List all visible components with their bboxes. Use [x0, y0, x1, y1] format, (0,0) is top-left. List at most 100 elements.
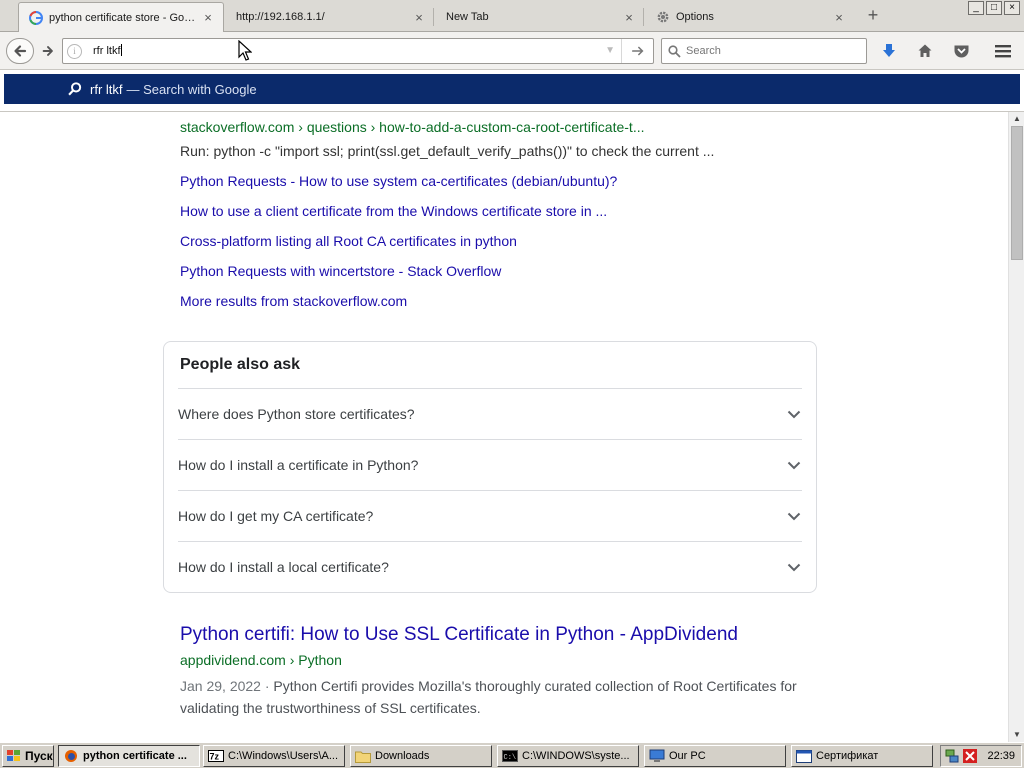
scrollbar-thumb[interactable]: [1011, 126, 1023, 260]
result-sublink[interactable]: Python Requests with wincertstore - Stac…: [180, 263, 501, 279]
tab-strip: python certificate store - Goo... × http…: [0, 0, 1024, 32]
search-input[interactable]: [686, 40, 862, 62]
people-also-ask-box: People also ask Where does Python store …: [163, 341, 817, 593]
paa-question[interactable]: How do I install a certificate in Python…: [178, 439, 802, 490]
scroll-down-arrow-icon[interactable]: ▼: [1009, 728, 1024, 742]
taskbar-button-label: C:\WINDOWS\syste...: [522, 750, 630, 762]
taskbar-button-console[interactable]: C:\ C:\WINDOWS\syste...: [497, 745, 639, 767]
result-title-link[interactable]: Python certifi: How to Use SSL Certifica…: [180, 624, 738, 646]
pocket-button[interactable]: [950, 40, 972, 62]
computer-icon: [649, 748, 665, 764]
result-sublink[interactable]: How to use a client certificate from the…: [180, 203, 607, 219]
search-suggestion[interactable]: rfr ltkf — Search with Google: [4, 74, 1020, 104]
close-tab-icon[interactable]: ×: [832, 10, 846, 25]
pocket-icon: [954, 45, 968, 58]
hamburger-menu-icon: [995, 45, 1011, 58]
clock: 22:39: [987, 750, 1015, 762]
tab-label: New Tab: [446, 11, 489, 23]
taskbar-button-label: Downloads: [375, 750, 430, 762]
download-arrow-icon: [883, 44, 895, 57]
back-button[interactable]: [6, 38, 34, 64]
paa-question-text: How do I install a local certificate?: [178, 559, 389, 575]
close-tab-icon[interactable]: ×: [412, 10, 426, 25]
system-tray: 22:39: [940, 745, 1022, 767]
vertical-scrollbar[interactable]: ▲ ▼: [1008, 112, 1024, 742]
chevron-down-icon: [786, 406, 802, 422]
console-icon: C:\: [502, 748, 518, 764]
start-button[interactable]: Пуск: [2, 745, 54, 767]
maximize-button[interactable]: □: [986, 1, 1002, 15]
taskbar-button-7zip[interactable]: 7z C:\Windows\Users\A...: [203, 745, 345, 767]
taskbar-button-label: python certificate ...: [83, 750, 187, 762]
taskbar-button-label: Our PC: [669, 750, 706, 762]
taskbar-button-downloads[interactable]: Downloads: [350, 745, 492, 767]
svg-text:7z: 7z: [210, 752, 220, 762]
people-also-ask-heading: People also ask: [180, 356, 301, 373]
result-snippet: Run: python -c "import ssl; print(ssl.ge…: [180, 143, 715, 159]
tab-options[interactable]: Options ×: [646, 2, 854, 32]
taskbar-button-certificate[interactable]: Сертификат: [791, 745, 933, 767]
chevron-down-icon: [786, 508, 802, 524]
autocomplete-popup: rfr ltkf — Search with Google: [0, 70, 1024, 112]
taskbar-button-label: C:\Windows\Users\A...: [228, 750, 339, 762]
home-button[interactable]: [914, 40, 936, 62]
tab-python-certificate-store[interactable]: python certificate store - Goo... ×: [18, 2, 224, 32]
svg-text:C:\: C:\: [504, 754, 517, 762]
close-window-button[interactable]: ×: [1004, 1, 1020, 15]
firefox-icon: [63, 748, 79, 764]
google-icon: [29, 10, 43, 25]
date-separator: ·: [260, 678, 274, 694]
scroll-up-arrow-icon[interactable]: ▲: [1009, 112, 1024, 126]
address-input[interactable]: rfr ltkf: [93, 44, 122, 57]
close-tab-icon[interactable]: ×: [201, 10, 215, 25]
result-sublink[interactable]: Python Requests - How to use system ca-c…: [180, 173, 617, 189]
result-breadcrumb[interactable]: stackoverflow.com › questions › how-to-a…: [180, 119, 645, 135]
taskbar-button-firefox[interactable]: python certificate ...: [58, 745, 200, 767]
result-breadcrumb[interactable]: appdividend.com › Python: [180, 652, 342, 668]
suggestion-query: rfr ltkf: [90, 81, 123, 97]
gear-icon: [656, 10, 670, 24]
taskbar-button-our-pc[interactable]: Our PC: [644, 745, 786, 767]
result-snippet-text: Python Certifi provides Mozilla's thorou…: [180, 678, 797, 716]
windows-taskbar: Пуск python certificate ... 7z C:\Window…: [0, 742, 1024, 768]
more-results-link[interactable]: More results from stackoverflow.com: [180, 293, 407, 309]
paa-question[interactable]: How do I get my CA certificate?: [178, 490, 802, 541]
paa-question[interactable]: How do I install a local certificate?: [178, 541, 802, 592]
7zip-icon: 7z: [208, 748, 224, 764]
antivirus-icon[interactable]: [962, 748, 978, 764]
tab-router[interactable]: http://192.168.1.1/ ×: [226, 2, 434, 32]
search-icon: [68, 82, 82, 96]
paa-question-text: Where does Python store certificates?: [178, 406, 415, 422]
window-icon: [796, 748, 812, 764]
address-bar[interactable]: i rfr ltkf ▼: [62, 38, 654, 64]
result-date: Jan 29, 2022: [180, 678, 261, 694]
taskbar-button-label: Сертификат: [816, 750, 879, 762]
tab-new-tab[interactable]: New Tab ×: [436, 2, 644, 32]
home-icon: [918, 44, 932, 57]
menu-button[interactable]: [992, 40, 1014, 62]
forward-button[interactable]: [36, 38, 60, 64]
close-tab-icon[interactable]: ×: [622, 10, 636, 25]
search-bar[interactable]: [661, 38, 867, 64]
info-icon[interactable]: i: [67, 44, 82, 59]
result-sublink[interactable]: Cross-platform listing all Root CA certi…: [180, 233, 517, 249]
navigation-toolbar: i rfr ltkf ▼: [0, 32, 1024, 70]
paa-question[interactable]: Where does Python store certificates?: [178, 388, 802, 439]
downloads-button[interactable]: [878, 40, 900, 62]
network-icon[interactable]: [945, 749, 959, 763]
forward-arrow-icon: [42, 46, 53, 56]
start-label: Пуск: [25, 749, 53, 763]
history-dropdown-icon[interactable]: ▼: [605, 45, 615, 56]
minimize-button[interactable]: _: [968, 1, 984, 15]
result-snippet: Jan 29, 2022 · Python Certifi provides M…: [180, 675, 800, 719]
page-content: stackoverflow.com › questions › how-to-a…: [0, 112, 1008, 742]
window-controls: _ □ ×: [968, 1, 1020, 15]
new-tab-button[interactable]: +: [862, 5, 884, 27]
go-button[interactable]: [621, 39, 653, 63]
tab-label: python certificate store - Goo...: [49, 11, 197, 24]
paa-question-text: How do I install a certificate in Python…: [178, 457, 419, 473]
folder-icon: [355, 748, 371, 764]
back-arrow-icon: [14, 45, 27, 57]
chevron-down-icon: [786, 457, 802, 473]
text-caret: [120, 44, 122, 56]
